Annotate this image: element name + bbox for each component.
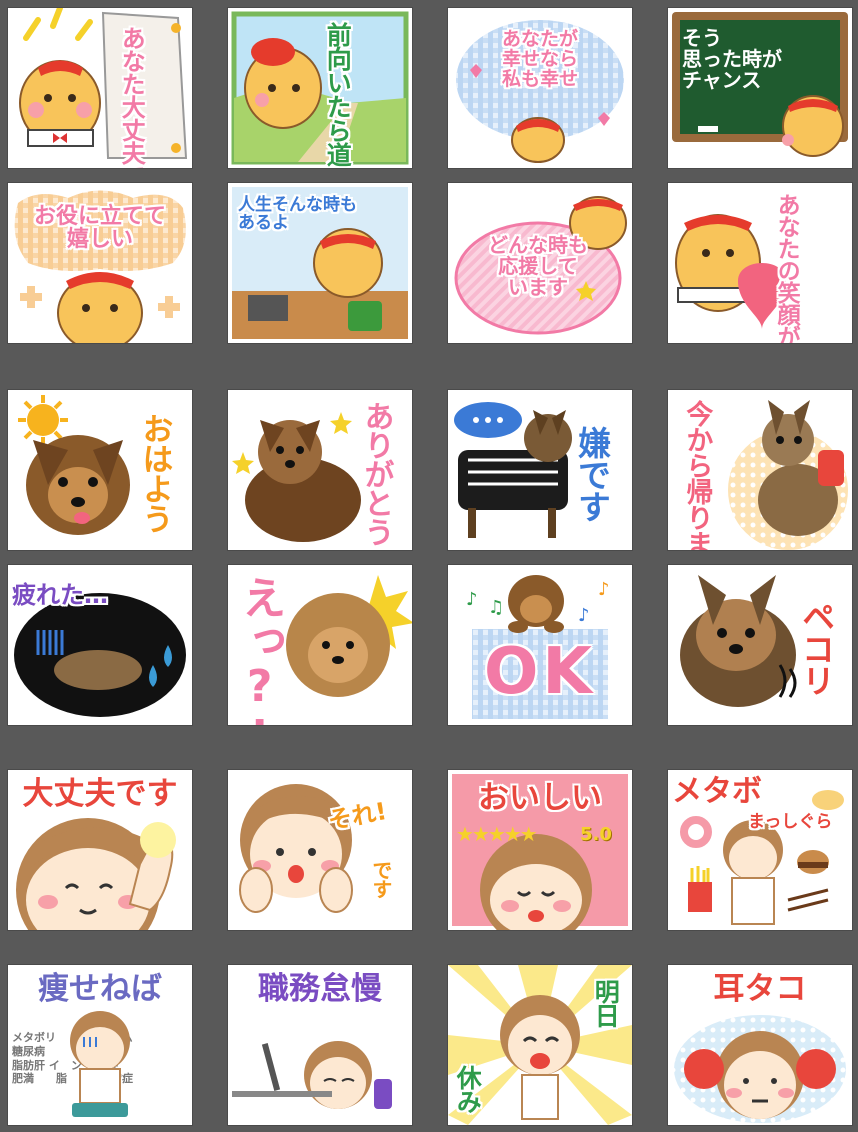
svg-text:♪: ♪ <box>598 579 610 600</box>
sticker-text: 職務怠慢 <box>258 971 382 1007</box>
sticker-maemuki[interactable]: 前向いたら道はある <box>228 8 412 168</box>
sticker-text: 耳タコ <box>713 971 807 1007</box>
sticker-text: そう 思った時が チャンス <box>682 26 782 92</box>
sticker-metabo[interactable]: メタボ まっしぐら <box>668 770 852 930</box>
sticker-pekori[interactable]: ペコリ <box>668 565 852 725</box>
sticker-text: あなた大丈夫では <box>117 26 146 168</box>
sticker-text: 嫌です <box>572 426 612 522</box>
sticker-shokumu-taiman[interactable]: 職務怠慢 <box>228 965 412 1125</box>
sticker-text: 痩せねば <box>38 971 162 1007</box>
star-rating: ★★★★★ <box>456 822 538 846</box>
sticker-text: ペコリ <box>796 599 836 696</box>
sticker-mimi-tako[interactable]: 耳タコ <box>668 965 852 1125</box>
sticker-text: おはよう <box>136 413 173 533</box>
sticker-text: ありがとう <box>358 400 394 546</box>
hamster-heart-illustration <box>675 214 798 333</box>
sticker-text: あなたが 幸せなら 私も幸せ <box>501 28 578 90</box>
hamster-illustration <box>19 8 188 159</box>
sticker-anata-daijoubu[interactable]: あなた大丈夫では <box>8 8 192 168</box>
hamster-illustration <box>231 11 409 165</box>
sticker-text: おいしい <box>478 780 602 816</box>
sticker-daijoubu-desu[interactable]: 大丈夫です <box>8 770 192 930</box>
sticker-text: 前向いたら道はある <box>323 22 353 168</box>
sticker-text: メタボ <box>672 774 762 809</box>
sticker-e[interactable]: えっ?! <box>228 565 412 725</box>
sticker-egao-suki[interactable]: あなたの笑顔が好き <box>668 183 852 343</box>
sticker-yaseneba[interactable]: メタボリ ドローム 糖尿病 高血圧 脂肪肝 イ ン 抵抗性 肥満 脂 謝異常症 … <box>8 965 192 1125</box>
sticker-text: お役に立てて 嬉しい <box>33 204 166 253</box>
sticker-sore-desu[interactable]: それ! です <box>228 770 412 930</box>
sticker-jinsei[interactable]: 人生そんな時も あるよ <box>228 183 412 343</box>
sticker-oishii[interactable]: おいしい ★★★★★ 5.0 <box>448 770 632 930</box>
sticker-sou-omotta[interactable]: そう 思った時が チャンス <box>668 8 852 168</box>
sticker-ohayou[interactable]: おはよう <box>8 390 192 550</box>
sticker-donna-toki[interactable]: どんな時も 応援して います <box>448 183 632 343</box>
sticker-text: 明日 <box>591 979 621 1027</box>
sticker-text: どんな時も 応援して います <box>488 233 588 299</box>
sticker-text: 疲れた… <box>12 581 108 609</box>
sticker-oyaku-ni[interactable]: お役に立てて 嬉しい <box>8 183 192 343</box>
sticker-ashita-yasumi[interactable]: 明日 休み <box>448 965 632 1125</box>
sticker-text: OK <box>484 635 596 709</box>
svg-text:♪: ♪ <box>578 605 590 626</box>
sticker-anata-ga-shiawase[interactable]: あなたが 幸せなら 私も幸せ <box>448 8 632 168</box>
sticker-tsukareta[interactable]: 疲れた… <box>8 565 192 725</box>
sticker-iya-desu[interactable]: 嫌です <box>448 390 632 550</box>
sticker-text: あなたの笑顔が好き <box>773 193 800 343</box>
rating-value: 5.0 <box>580 824 612 845</box>
svg-text:♪: ♪ <box>466 589 478 610</box>
sticker-arigatou[interactable]: ありがとう <box>228 390 412 550</box>
sticker-text: 大丈夫です <box>22 776 178 812</box>
sticker-text: えっ?! <box>234 575 286 725</box>
sticker-subtext: です <box>369 860 393 898</box>
sticker-ok[interactable]: ♪ ♫ ♪ ♪ OK <box>448 565 632 725</box>
sticker-ima-kara-kaerimasu[interactable]: 今から帰ります <box>668 390 852 550</box>
svg-text:♫: ♫ <box>488 597 504 618</box>
sticker-text: 人生そんな時も あるよ <box>238 195 357 233</box>
sticker-subtext: 休み <box>453 1065 483 1113</box>
sticker-text: 今から帰ります <box>681 400 713 550</box>
sticker-subtext: まっしぐら <box>748 812 833 832</box>
